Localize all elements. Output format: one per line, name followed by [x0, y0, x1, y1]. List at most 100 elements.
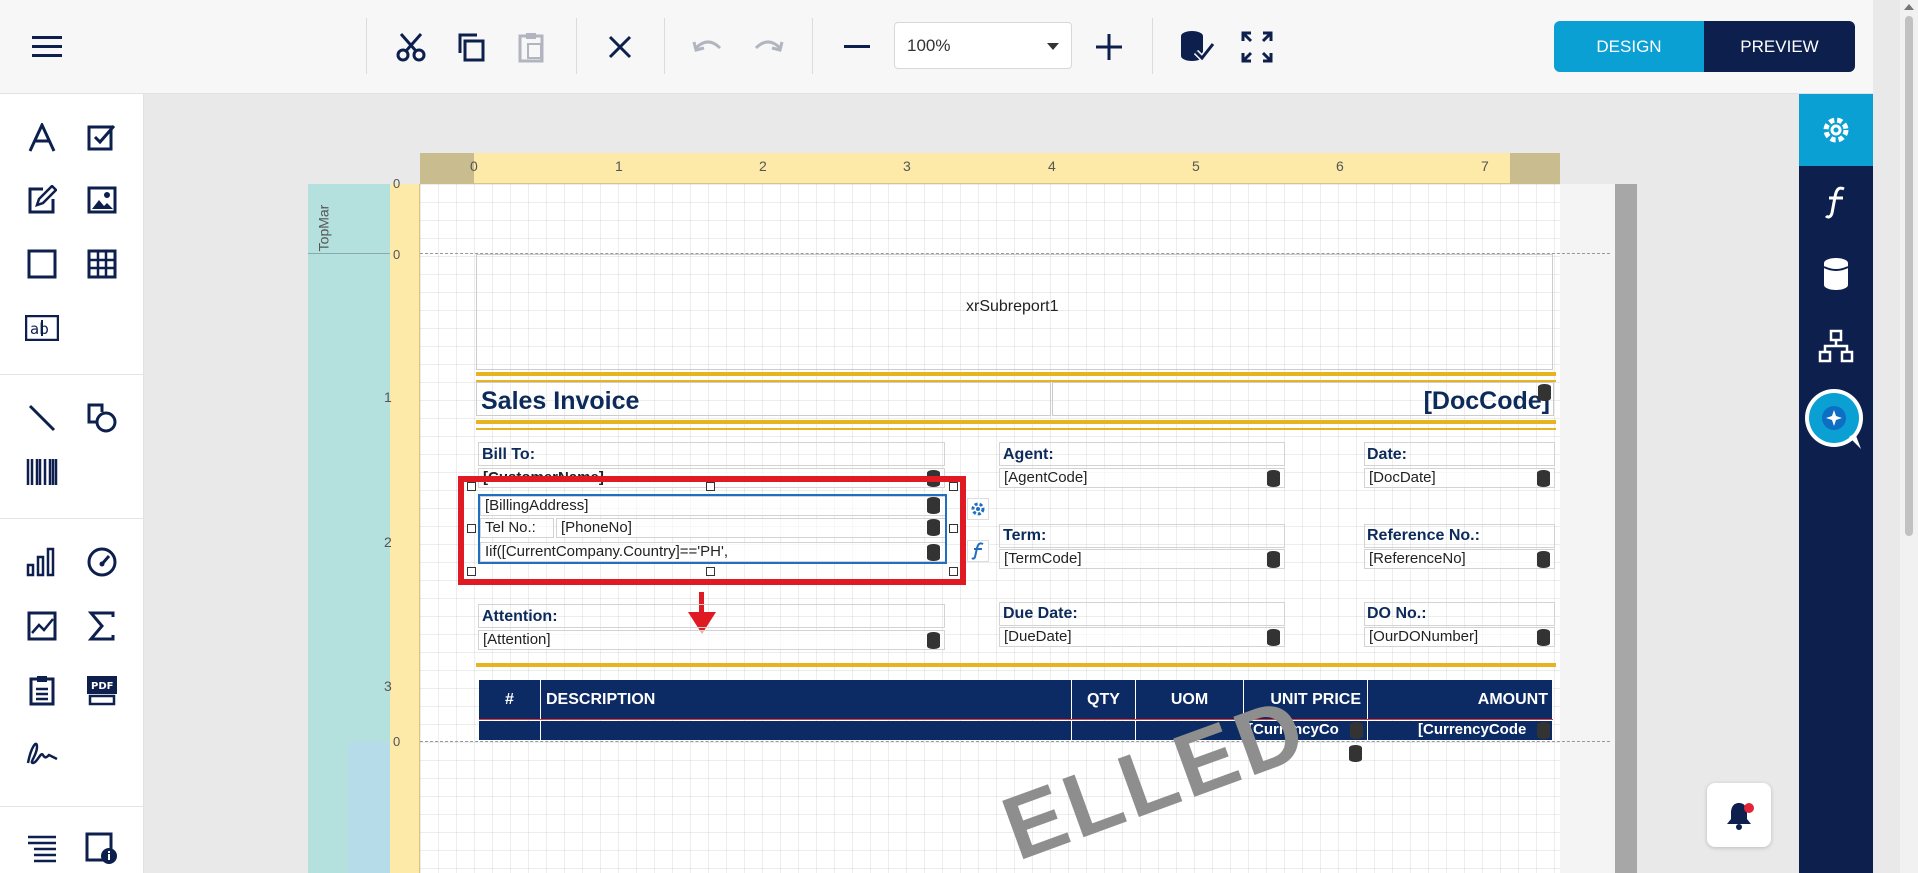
redo-icon[interactable]	[743, 22, 793, 72]
column-header-amount[interactable]: AMOUNT	[1368, 680, 1553, 720]
due-date-field[interactable]: [DueDate]	[999, 627, 1285, 647]
signature-icon[interactable]	[20, 730, 64, 774]
cut-icon[interactable]	[386, 22, 436, 72]
band-strip-detail[interactable]	[348, 742, 390, 873]
attention-label[interactable]: Attention:	[482, 608, 558, 626]
table-icon[interactable]	[80, 242, 124, 286]
term-label[interactable]: Term:	[1003, 527, 1046, 545]
expression-icon[interactable]	[1799, 166, 1873, 238]
design-button[interactable]: DESIGN	[1554, 21, 1704, 72]
page-scrollbar[interactable]	[1900, 0, 1918, 873]
column-header-description[interactable]: DESCRIPTION	[541, 680, 1072, 720]
gold-line-1	[476, 372, 1556, 376]
sparkline-icon[interactable]	[20, 604, 64, 648]
paste-icon[interactable]	[506, 22, 556, 72]
database-icon[interactable]	[1799, 238, 1873, 310]
fullscreen-icon[interactable]	[1232, 22, 1282, 72]
attention-field[interactable]: [Attention]	[478, 630, 945, 650]
column-header-number[interactable]: #	[479, 680, 541, 720]
page-right-margin	[1560, 184, 1637, 873]
delete-icon[interactable]	[595, 22, 645, 72]
database-icon	[1267, 551, 1280, 568]
date-label[interactable]: Date:	[1367, 446, 1407, 464]
zoom-in-icon[interactable]	[1084, 22, 1134, 72]
chart-icon[interactable]	[20, 540, 64, 584]
hruler-tick-7: 7	[1481, 158, 1489, 174]
barcode-icon[interactable]	[20, 450, 64, 494]
hruler-tick-4: 4	[1048, 158, 1056, 174]
do-number-label[interactable]: DO No.:	[1367, 605, 1427, 623]
properties-bar	[1799, 94, 1873, 873]
design-canvas: TopMar 0 0 1 2 3 0 0 1 2 3 4 5 6 7 xrSub…	[144, 94, 1799, 873]
term-field[interactable]: [TermCode]	[999, 549, 1285, 569]
due-date-label[interactable]: Due Date:	[1003, 605, 1078, 623]
vruler-tick-0a: 0	[393, 176, 401, 191]
shape-icon[interactable]	[80, 396, 124, 440]
zoom-value: 100%	[907, 35, 951, 55]
reference-field[interactable]: [ReferenceNo]	[1364, 549, 1555, 569]
validate-bindings-icon[interactable]	[1172, 22, 1222, 72]
vruler-tick-2: 2	[384, 534, 392, 550]
column-header-qty[interactable]: QTY	[1072, 680, 1136, 720]
subreport-label: xrSubreport1	[966, 298, 1059, 315]
scroll-up-icon[interactable]	[1904, 4, 1914, 10]
vruler-tick-0c: 0	[393, 734, 401, 749]
pdf-icon[interactable]: PDF	[80, 668, 124, 712]
text-icon[interactable]	[20, 116, 64, 160]
chevron-down-icon	[1047, 43, 1059, 50]
zoom-select[interactable]: 100%	[894, 22, 1072, 69]
rich-text-icon[interactable]	[20, 178, 64, 222]
band-boundary-detail	[420, 741, 1610, 742]
settings-icon[interactable]	[1799, 94, 1873, 166]
copy-icon[interactable]	[446, 22, 496, 72]
database-icon	[1349, 745, 1362, 762]
notification-badge	[1744, 803, 1754, 813]
report-title[interactable]: Sales Invoice	[481, 387, 639, 416]
summary-icon[interactable]	[80, 604, 124, 648]
gauge-icon[interactable]	[80, 540, 124, 584]
header-separator	[479, 719, 1553, 720]
detail-cell[interactable]	[479, 721, 541, 740]
element-expression-icon[interactable]	[967, 540, 989, 562]
element-settings-icon[interactable]	[967, 498, 989, 520]
band-label: TopMar	[310, 200, 340, 260]
vertical-ruler: 0 0 1 2 3 0	[384, 176, 420, 873]
picture-icon[interactable]	[80, 178, 124, 222]
highlight-box	[458, 476, 966, 585]
hruler-tick-2: 2	[759, 158, 767, 174]
database-icon	[1537, 722, 1550, 739]
checkbox-icon[interactable]	[80, 116, 124, 160]
bill-to-box[interactable]	[478, 442, 945, 466]
vruler-tick-1: 1	[384, 389, 392, 405]
reference-label[interactable]: Reference No.:	[1367, 527, 1480, 545]
panel-icon[interactable]	[20, 242, 64, 286]
database-icon	[1350, 722, 1363, 739]
toc-icon[interactable]	[20, 826, 64, 870]
subreport-icon[interactable]	[20, 668, 64, 712]
svg-text:ab: ab	[30, 320, 49, 338]
database-icon	[1267, 629, 1280, 646]
agent-field[interactable]: [AgentCode]	[999, 468, 1285, 488]
database-icon	[1267, 470, 1280, 487]
undo-icon[interactable]	[683, 22, 733, 72]
amount-field[interactable]: [CurrencyCode	[1368, 721, 1553, 740]
line-icon[interactable]	[20, 396, 64, 440]
label-icon[interactable]: ab	[20, 306, 64, 350]
ai-chat-icon[interactable]	[1799, 384, 1873, 456]
toolbox: ab PDF	[0, 94, 144, 873]
date-field[interactable]: [DocDate]	[1364, 468, 1555, 488]
menu-icon[interactable]	[22, 22, 72, 72]
detail-cell[interactable]	[541, 721, 1072, 740]
report-explorer-icon[interactable]	[1799, 310, 1873, 382]
svg-text:PDF: PDF	[91, 681, 113, 692]
preview-button[interactable]: PREVIEW	[1704, 21, 1855, 72]
doc-code[interactable]: [DocCode]	[1424, 387, 1550, 416]
zoom-out-icon[interactable]	[832, 22, 882, 72]
agent-label[interactable]: Agent:	[1003, 446, 1054, 464]
notification-button[interactable]	[1707, 783, 1771, 847]
do-number-field[interactable]: [OurDONumber]	[1364, 627, 1555, 647]
page-info-icon[interactable]	[80, 826, 124, 870]
scrollbar-thumb[interactable]	[1905, 16, 1913, 536]
horizontal-ruler: 0 1 2 3 4 5 6 7	[420, 153, 1560, 184]
hruler-tick-3: 3	[903, 158, 911, 174]
